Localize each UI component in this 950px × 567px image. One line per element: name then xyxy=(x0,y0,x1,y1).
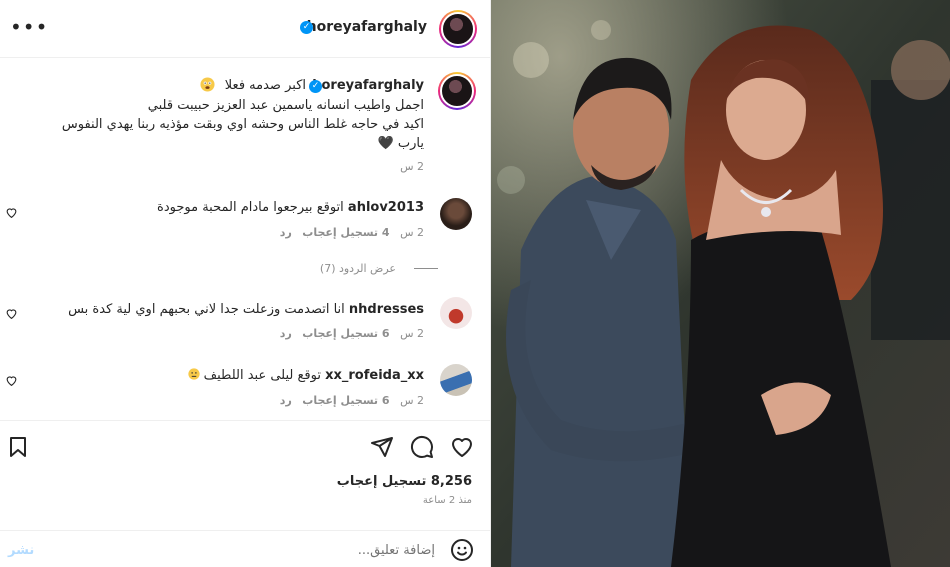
caption-line: يارب 🖤 xyxy=(377,136,424,151)
comment-meta: 2 س 6 تسجيل إعجاب رد xyxy=(280,394,424,407)
post-comment-button[interactable]: نشر xyxy=(8,543,34,558)
comment-text: انا اتصدمت وزعلت جدا لاني بحبهم اوي لية … xyxy=(68,302,345,317)
emoji-shocked-icon xyxy=(200,77,215,92)
likes-count[interactable]: 8,256 تسجيل إعجاب xyxy=(337,474,472,489)
heart-icon[interactable] xyxy=(450,435,474,459)
comment-time: 2 س xyxy=(400,394,424,407)
header-username[interactable]: horeyafarghaly xyxy=(307,19,427,35)
comment-like-heart-icon[interactable] xyxy=(5,307,18,320)
send-icon[interactable] xyxy=(370,435,394,459)
caption-username[interactable]: horeyafarghaly xyxy=(312,78,424,93)
verified-badge-icon: ✓ xyxy=(309,80,322,93)
comment-input[interactable] xyxy=(40,538,435,562)
comment-like-heart-icon[interactable] xyxy=(5,374,18,387)
comment-likes[interactable]: 6 تسجيل إعجاب xyxy=(302,394,389,407)
caption-line: اجمل واطيب انسانه ياسمين عبد العزيز حبيب… xyxy=(147,98,424,113)
comment-icon[interactable] xyxy=(410,435,434,459)
comment-time: 2 س xyxy=(400,226,424,239)
comment-box: نشر xyxy=(0,530,491,567)
comment-username[interactable]: xx_rofeida_xx xyxy=(325,368,424,383)
post-sidebar: ••• horeyafarghaly ✓ horeyafarghaly ✓ اك… xyxy=(0,0,491,567)
comment-likes[interactable]: 6 تسجيل إعجاب xyxy=(302,327,389,340)
comment-likes[interactable]: 4 تسجيل إعجاب xyxy=(302,226,389,239)
couple-photo xyxy=(491,0,950,567)
comment-time: 2 س xyxy=(400,327,424,340)
comment-meta: 2 س 4 تسجيل إعجاب رد xyxy=(280,226,424,239)
post-header: ••• horeyafarghaly ✓ xyxy=(0,0,491,58)
bookmark-icon[interactable] xyxy=(6,435,30,459)
comment-username[interactable]: ahlov2013 xyxy=(348,200,424,215)
verified-badge-icon: ✓ xyxy=(300,21,313,34)
comment-avatar[interactable] xyxy=(440,364,472,396)
caption-line: اكيد في حاجه غلط الناس وحشه اوي وبقت مؤذ… xyxy=(61,117,424,132)
view-replies-button[interactable]: عرض الردود (7) xyxy=(319,262,438,275)
replies-divider xyxy=(414,268,438,269)
post-image[interactable] xyxy=(491,0,950,567)
reply-button[interactable]: رد xyxy=(280,394,292,407)
reply-button[interactable]: رد xyxy=(280,226,292,239)
emoji-neutral-icon xyxy=(187,368,200,380)
more-options-icon[interactable]: ••• xyxy=(10,17,48,37)
comment-like-heart-icon[interactable] xyxy=(5,206,18,219)
view-replies-label: عرض الردود (7) xyxy=(319,262,396,275)
caption-avatar[interactable] xyxy=(438,72,476,110)
posted-time: منذ 2 ساعة xyxy=(422,495,472,506)
comment-text: توقع ليلى عبد اللطيف xyxy=(203,368,321,383)
comment-username[interactable]: nhdresses xyxy=(349,302,424,317)
comment-avatar[interactable] xyxy=(440,297,472,329)
header-avatar[interactable] xyxy=(439,10,477,48)
caption-time: 2 س xyxy=(400,160,424,173)
smiley-icon[interactable] xyxy=(450,538,474,562)
comment-meta: 2 س 6 تسجيل إعجاب رد xyxy=(280,327,424,340)
caption-first-line: اكبر صدمه فعلا xyxy=(224,78,306,93)
comment-avatar[interactable] xyxy=(440,198,472,230)
reply-button[interactable]: رد xyxy=(280,327,292,340)
comment-text: اتوقع بيرجعوا مادام المحبة موجودة xyxy=(157,200,344,215)
